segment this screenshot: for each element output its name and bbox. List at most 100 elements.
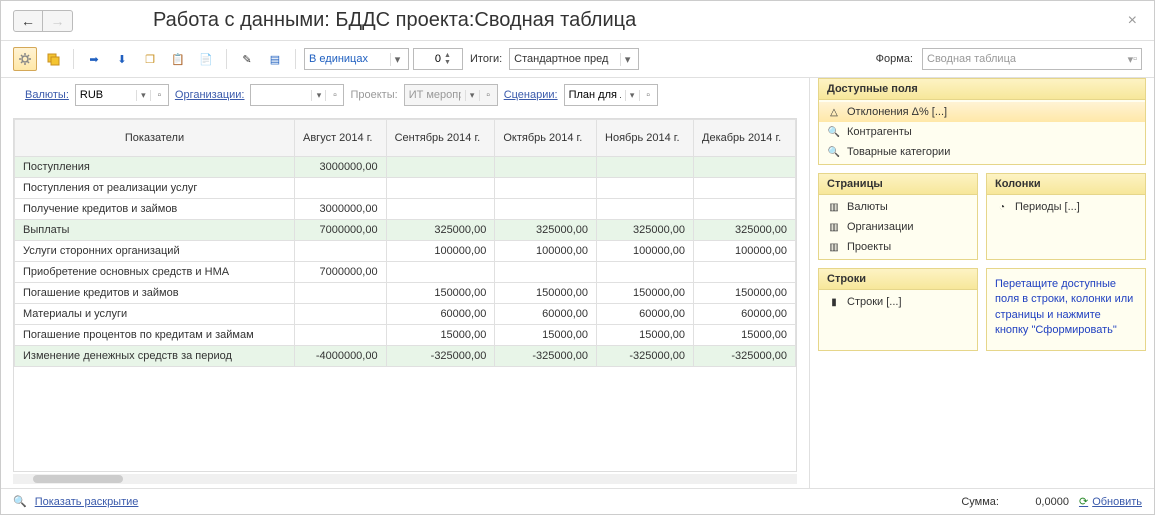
units-select[interactable]: В единицах ▾ (304, 48, 409, 70)
col-header[interactable]: Октябрь 2014 г. (495, 120, 597, 157)
org-filter[interactable]: ▾ ▫ (250, 84, 344, 106)
expand-icon[interactable]: ▫ (325, 90, 343, 101)
nav-forward-button[interactable]: → (43, 10, 73, 32)
cell-value[interactable]: 150000,00 (386, 283, 495, 304)
col-header[interactable]: Август 2014 г. (295, 120, 387, 157)
currency-filter[interactable]: ▾ ▫ (75, 84, 169, 106)
cell-value[interactable] (386, 199, 495, 220)
spin-up[interactable]: ▲ (444, 52, 451, 59)
cell-value[interactable] (295, 241, 387, 262)
cell-value[interactable] (495, 178, 597, 199)
cell-value[interactable] (295, 304, 387, 325)
cell-value[interactable]: 150000,00 (597, 283, 694, 304)
cell-value[interactable]: 150000,00 (495, 283, 597, 304)
cell-value[interactable]: 100000,00 (495, 241, 597, 262)
cell-value[interactable]: -4000000,00 (295, 346, 387, 367)
cell-value[interactable]: 15000,00 (597, 325, 694, 346)
decimals-input[interactable] (414, 53, 444, 65)
cell-value[interactable]: -325000,00 (694, 346, 796, 367)
col-header[interactable]: Сентябрь 2014 г. (386, 120, 495, 157)
table-row[interactable]: Приобретение основных средств и НМА70000… (15, 262, 796, 283)
currency-filter-label[interactable]: Валюты: (25, 89, 69, 101)
form-select[interactable]: Сводная таблица ▾ ▫ (922, 48, 1142, 70)
col-header-indicator[interactable]: Показатели (15, 120, 295, 157)
available-field-item[interactable]: 🔍Товарные категории (819, 142, 1145, 162)
edit-button[interactable]: ✎ (235, 47, 259, 71)
available-field-item[interactable]: 🔍Контрагенты (819, 122, 1145, 142)
cell-value[interactable]: 7000000,00 (295, 262, 387, 283)
cell-value[interactable] (597, 199, 694, 220)
cell-value[interactable] (386, 157, 495, 178)
refresh-link[interactable]: ⟳ Обновить (1079, 495, 1142, 508)
cell-value[interactable] (495, 262, 597, 283)
row-label[interactable]: Поступления (15, 157, 295, 178)
scenarios-filter[interactable]: ▾ ▫ (564, 84, 658, 106)
chevron-down-icon[interactable]: ▾ (311, 90, 325, 101)
cell-value[interactable] (694, 262, 796, 283)
table-row[interactable]: Поступления от реализации услуг (15, 178, 796, 199)
cell-value[interactable]: 150000,00 (694, 283, 796, 304)
show-expand-link[interactable]: Показать раскрытие (35, 496, 139, 508)
row-label[interactable]: Поступления от реализации услуг (15, 178, 295, 199)
table-row[interactable]: Выплаты7000000,00325000,00325000,0032500… (15, 220, 796, 241)
cell-value[interactable] (597, 157, 694, 178)
row-label[interactable]: Изменение денежных средств за период (15, 346, 295, 367)
chevron-down-icon[interactable]: ▾ (390, 53, 404, 66)
table-row[interactable]: Изменение денежных средств за период-400… (15, 346, 796, 367)
cell-value[interactable]: 15000,00 (386, 325, 495, 346)
table-row[interactable]: Погашение кредитов и займов150000,001500… (15, 283, 796, 304)
cell-value[interactable] (694, 157, 796, 178)
cell-value[interactable]: 3000000,00 (295, 199, 387, 220)
currency-input[interactable] (76, 85, 136, 105)
panel-field-item[interactable]: ▥Валюты (819, 197, 977, 217)
copy-button[interactable]: ❐ (138, 47, 162, 71)
row-label[interactable]: Приобретение основных средств и НМА (15, 262, 295, 283)
totals-select[interactable]: Стандартное пред ▾ (509, 48, 639, 70)
cell-value[interactable]: 325000,00 (386, 220, 495, 241)
cell-value[interactable]: -325000,00 (495, 346, 597, 367)
cell-value[interactable]: 60000,00 (694, 304, 796, 325)
cell-value[interactable] (295, 283, 387, 304)
cell-value[interactable]: 60000,00 (495, 304, 597, 325)
cell-value[interactable] (386, 262, 495, 283)
cell-value[interactable]: 100000,00 (386, 241, 495, 262)
gear-button[interactable] (13, 47, 37, 71)
row-label[interactable]: Материалы и услуги (15, 304, 295, 325)
paste-button[interactable]: 📋 (166, 47, 190, 71)
table-row[interactable]: Получение кредитов и займов3000000,00 (15, 199, 796, 220)
row-label[interactable]: Услуги сторонних организаций (15, 241, 295, 262)
panel-field-item[interactable]: ▥Проекты (819, 237, 977, 257)
chevron-down-icon[interactable]: ▾ (465, 90, 479, 101)
cell-value[interactable] (386, 178, 495, 199)
cell-value[interactable]: 325000,00 (694, 220, 796, 241)
decimals-spinner[interactable]: ▲▼ (413, 48, 463, 70)
horizontal-scrollbar[interactable] (13, 474, 797, 484)
cell-value[interactable]: 325000,00 (597, 220, 694, 241)
arrow-down-button[interactable]: ⬇ (110, 47, 134, 71)
cell-value[interactable]: -325000,00 (386, 346, 495, 367)
cell-value[interactable] (295, 178, 387, 199)
cell-value[interactable]: 3000000,00 (295, 157, 387, 178)
table-row[interactable]: Услуги сторонних организаций100000,00100… (15, 241, 796, 262)
chevron-down-icon[interactable]: ▾ (625, 90, 639, 101)
cell-value[interactable]: 100000,00 (597, 241, 694, 262)
cell-value[interactable] (597, 178, 694, 199)
doc-button[interactable]: 📄 (194, 47, 218, 71)
arrow-right-button[interactable]: ➡ (82, 47, 106, 71)
scenarios-filter-label[interactable]: Сценарии: (504, 89, 558, 101)
expand-icon[interactable]: ▫ (150, 90, 168, 101)
expand-icon[interactable]: ▫ (479, 90, 497, 101)
org-input[interactable] (251, 85, 311, 105)
cell-value[interactable]: 7000000,00 (295, 220, 387, 241)
nav-back-button[interactable]: ← (13, 10, 43, 32)
org-filter-label[interactable]: Организации: (175, 89, 245, 101)
panel-field-item[interactable]: ▮Строки [...] (819, 292, 977, 312)
cell-value[interactable] (597, 262, 694, 283)
cell-value[interactable]: 100000,00 (694, 241, 796, 262)
chevron-down-icon[interactable]: ▾ (620, 53, 634, 66)
panel-field-item[interactable]: ◔Периоды [...] (987, 197, 1145, 217)
sheet-button[interactable]: ▤ (263, 47, 287, 71)
cell-value[interactable]: 325000,00 (495, 220, 597, 241)
pivot-table[interactable]: Показатели Август 2014 г. Сентябрь 2014 … (14, 119, 796, 367)
col-header[interactable]: Декабрь 2014 г. (694, 120, 796, 157)
